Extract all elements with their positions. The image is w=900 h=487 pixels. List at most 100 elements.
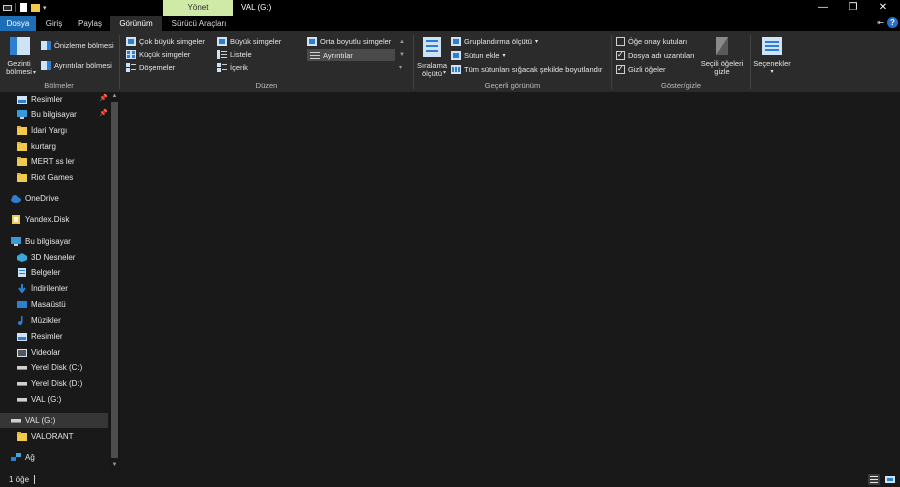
layout-extra-large-icons-label: Çok büyük simgeler xyxy=(139,37,205,46)
folder-icon xyxy=(17,126,27,135)
gallery-more-icon[interactable]: ▾ xyxy=(399,62,405,75)
layout-small-icons-label: Küçük simgeler xyxy=(139,50,191,59)
preview-pane-button[interactable]: Önizleme bölmesi xyxy=(41,41,114,50)
nav-item-val-g[interactable]: VAL (G:) xyxy=(17,392,61,407)
nav-item-idari-yargi[interactable]: İdari Yargı xyxy=(17,123,67,138)
options-button[interactable]: Seçenekler ▾ xyxy=(752,37,792,76)
nav-item-label: Videolar xyxy=(31,348,61,357)
help-icon[interactable]: ? xyxy=(887,17,898,28)
drive-icon xyxy=(11,419,21,423)
layout-content[interactable]: İçerik xyxy=(217,63,248,72)
nav-scroll-down-icon[interactable]: ▼ xyxy=(110,462,119,468)
layout-list-label: Listele xyxy=(230,50,252,59)
extra-large-icons-icon xyxy=(126,37,136,46)
navigation-pane-dropdown-icon[interactable]: ▾ xyxy=(33,69,36,76)
file-list-area[interactable] xyxy=(122,92,900,472)
layout-list[interactable]: Listele xyxy=(217,50,252,59)
nav-item-indirilenler[interactable]: İndirilenler xyxy=(17,281,68,296)
title-bar: ▾ Yönet VAL (G:) — ❐ ✕ xyxy=(0,0,900,16)
nav-item-bu-bilgisayar-root[interactable]: Bu bilgisayar xyxy=(11,234,71,249)
nav-item-belgeler[interactable]: Belgeler xyxy=(17,265,60,280)
desktop-icon xyxy=(17,301,27,308)
layout-small-icons[interactable]: Küçük simgeler xyxy=(126,50,190,59)
folder-icon xyxy=(17,157,27,166)
customize-toolbar-chevron-icon[interactable]: ▾ xyxy=(43,4,47,12)
layout-details[interactable]: Ayrıntılar xyxy=(307,49,395,61)
preview-pane-label: Önizleme bölmesi xyxy=(54,41,114,50)
layout-extra-large-icons[interactable]: Çok büyük simgeler xyxy=(126,37,205,46)
nav-scroll-up-icon[interactable]: ▲ xyxy=(110,93,119,99)
nav-item-valorant[interactable]: VALORANT xyxy=(17,429,74,444)
file-extensions-toggle[interactable]: Dosya adı uzantıları xyxy=(616,50,695,60)
close-button[interactable]: ✕ xyxy=(868,0,898,16)
context-tab-manage[interactable]: Yönet xyxy=(163,0,233,16)
group-label-panes: Bölmeler xyxy=(44,81,74,90)
details-pane-button[interactable]: Ayrıntılar bölmesi xyxy=(41,61,112,70)
status-separator xyxy=(34,475,35,484)
nav-item-ag[interactable]: Ağ xyxy=(11,450,35,465)
nav-item-onedrive[interactable]: OneDrive xyxy=(11,191,59,206)
item-checkboxes-toggle[interactable]: Öğe onay kutuları xyxy=(616,37,687,46)
nav-item-val-g-root[interactable]: VAL (G:) xyxy=(0,413,108,428)
add-columns-dropdown-icon: ▾ xyxy=(502,53,506,59)
nav-item-bu-bilgisayar[interactable]: Bu bilgisayar xyxy=(17,107,77,122)
nav-item-3d-nesneler[interactable]: 3D Nesneler xyxy=(17,250,75,265)
nav-item-kurtarg[interactable]: kurtarg xyxy=(17,139,56,154)
file-extensions-checkbox[interactable] xyxy=(616,50,625,60)
properties-icon[interactable] xyxy=(19,2,28,13)
qa-separator xyxy=(15,3,16,12)
tab-view[interactable]: Görünüm xyxy=(110,16,162,31)
fit-columns-button[interactable]: Tüm sütunları sığacak şekilde boyutlandı… xyxy=(451,65,602,74)
group-by-icon xyxy=(451,37,461,46)
details-view-icon[interactable] xyxy=(868,474,880,485)
expand-ribbon-icon[interactable]: ⇤ xyxy=(877,18,884,27)
tab-drive-tools[interactable]: Sürücü Araçları xyxy=(164,16,234,31)
navigation-pane-label: Gezinti bölmesi xyxy=(6,59,32,76)
nav-item-videolar[interactable]: Videolar xyxy=(17,345,60,360)
hidden-items-toggle[interactable]: Gizli öğeler xyxy=(616,64,666,74)
tab-home[interactable]: Giriş xyxy=(38,16,70,31)
layout-large-icons[interactable]: Büyük simgeler xyxy=(217,37,281,46)
nav-item-riot-games[interactable]: Riot Games xyxy=(17,170,73,185)
tab-file[interactable]: Dosya xyxy=(0,16,36,31)
nav-item-yerel-disk-d[interactable]: Yerel Disk (D:) xyxy=(17,376,82,391)
nav-item-mert-ss-ler[interactable]: MERT ss ler xyxy=(17,154,75,169)
layout-tiles[interactable]: Döşemeler xyxy=(126,63,175,72)
nav-item-yerel-disk-c[interactable]: Yerel Disk (C:) xyxy=(17,360,82,375)
explorer-icon[interactable] xyxy=(3,2,12,13)
nav-scrollbar-thumb[interactable] xyxy=(111,102,118,458)
item-count: 1 öğe xyxy=(9,475,30,484)
hidden-items-checkbox[interactable] xyxy=(616,64,625,74)
nav-item-yandex-disk[interactable]: Yandex.Disk xyxy=(11,212,69,227)
nav-item-masaustu[interactable]: Masaüstü xyxy=(17,297,66,312)
pin-icon[interactable]: 📌 xyxy=(99,94,108,102)
item-checkboxes-checkbox[interactable] xyxy=(616,37,625,46)
layout-medium-icons[interactable]: Orta boyutlu simgeler xyxy=(307,37,391,46)
nav-item-resimler-pc[interactable]: Resimler xyxy=(17,329,63,344)
sort-by-dropdown-icon[interactable]: ▾ xyxy=(443,69,446,76)
nav-item-label: MERT ss ler xyxy=(31,157,75,166)
nav-item-muzikler[interactable]: Müzikler xyxy=(17,313,61,328)
content-icon xyxy=(217,63,227,72)
pin-icon[interactable]: 📌 xyxy=(99,109,108,117)
navigation-pane-icon xyxy=(10,37,30,55)
gallery-up-icon[interactable]: ▲ xyxy=(399,36,405,49)
new-folder-icon[interactable] xyxy=(31,2,40,13)
navigation-pane-button[interactable]: Gezinti bölmesi xyxy=(4,37,36,76)
nav-item-resimler[interactable]: Resimler xyxy=(17,92,63,107)
restore-button[interactable]: ❐ xyxy=(838,0,868,16)
add-columns-icon xyxy=(451,51,461,60)
nav-item-label: VAL (G:) xyxy=(31,395,62,404)
add-columns-button[interactable]: Sütun ekle ▾ xyxy=(451,51,505,60)
minimize-button[interactable]: — xyxy=(808,0,838,16)
file-extensions-label: Dosya adı uzantıları xyxy=(628,51,695,60)
hide-selected-button[interactable]: Seçili öğeleri gizle xyxy=(697,37,747,76)
nav-item-label: 3D Nesneler xyxy=(31,253,76,262)
tab-share[interactable]: Paylaş xyxy=(72,16,108,31)
fit-columns-icon xyxy=(451,65,461,74)
group-by-button[interactable]: Gruplandırma ölçütü ▾ xyxy=(451,37,538,46)
large-icons-view-icon[interactable] xyxy=(884,474,896,485)
nav-item-label: Yerel Disk (D:) xyxy=(31,379,83,388)
layout-gallery-scroll[interactable]: ▲ ▼ ▾ xyxy=(399,36,405,75)
gallery-down-icon[interactable]: ▼ xyxy=(399,49,405,62)
